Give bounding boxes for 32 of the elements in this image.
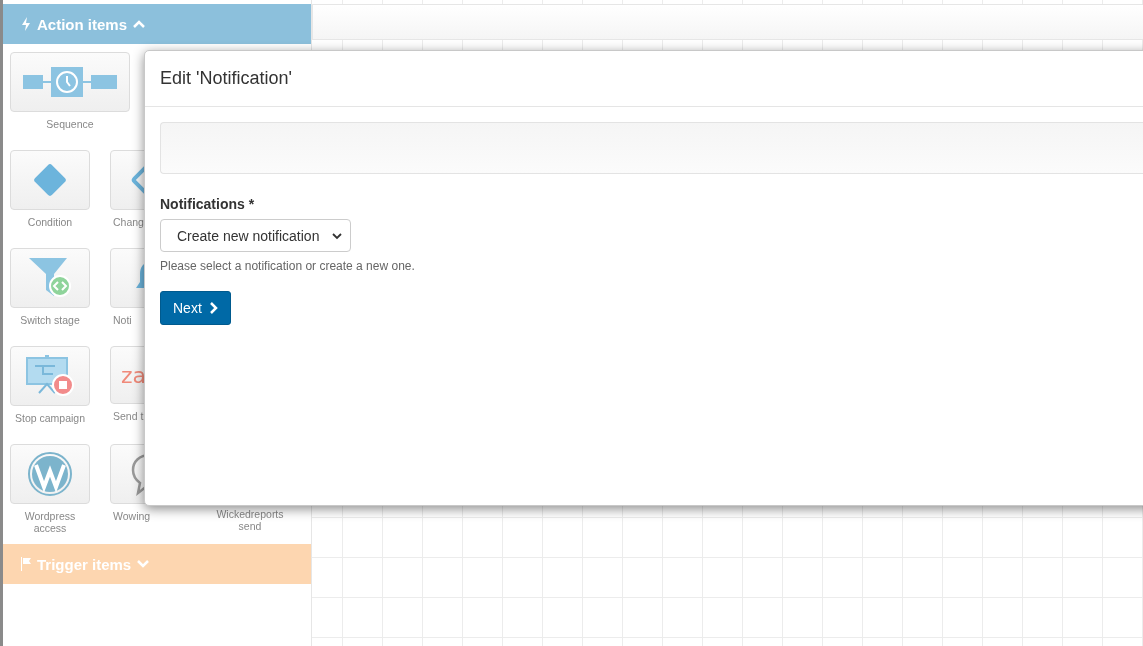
- sequence-clock-icon: [23, 67, 117, 97]
- section-title: Trigger items: [37, 555, 132, 573]
- chevron-down-icon[interactable]: [137, 559, 150, 569]
- chevron-up-icon[interactable]: [133, 19, 145, 29]
- tile-label: Stop campaign: [13, 412, 86, 424]
- action-tile[interactable]: [10, 52, 130, 112]
- help-text: Please select a notification or create a new one.: [160, 259, 416, 273]
- dialog-title: Edit 'Notification': [145, 51, 1143, 107]
- tile-label: Wowing: [112, 510, 152, 522]
- tile-label: Noti: [112, 314, 133, 326]
- action-tile[interactable]: [10, 150, 90, 210]
- section-title: Action items: [37, 15, 127, 33]
- tile-label: Send t: [112, 410, 145, 422]
- lightning-icon: [21, 17, 31, 31]
- logo-text: za: [121, 362, 147, 388]
- tile-label: Sequence: [45, 118, 95, 130]
- presentation-board-stop-icon: [25, 355, 75, 397]
- dropdown-caret-icon: [332, 231, 342, 240]
- action-tile[interactable]: [10, 248, 90, 308]
- tile-label: Chang: [112, 216, 145, 228]
- action-tile[interactable]: [10, 346, 90, 406]
- flag-icon: [21, 557, 31, 571]
- action-tile[interactable]: [10, 444, 90, 504]
- tile-label: Condition: [26, 216, 74, 228]
- field-label: Notifications *: [160, 196, 256, 212]
- notification-select[interactable]: Create new notification: [160, 219, 351, 252]
- next-button[interactable]: Next: [160, 291, 231, 325]
- tile-label: Wickedreports send: [215, 508, 285, 532]
- tile-label: Wordpress access: [23, 510, 77, 534]
- chevron-right-icon: [208, 302, 218, 314]
- tile-label: Switch stage: [19, 314, 81, 326]
- circle-w-logo-icon: [27, 451, 73, 497]
